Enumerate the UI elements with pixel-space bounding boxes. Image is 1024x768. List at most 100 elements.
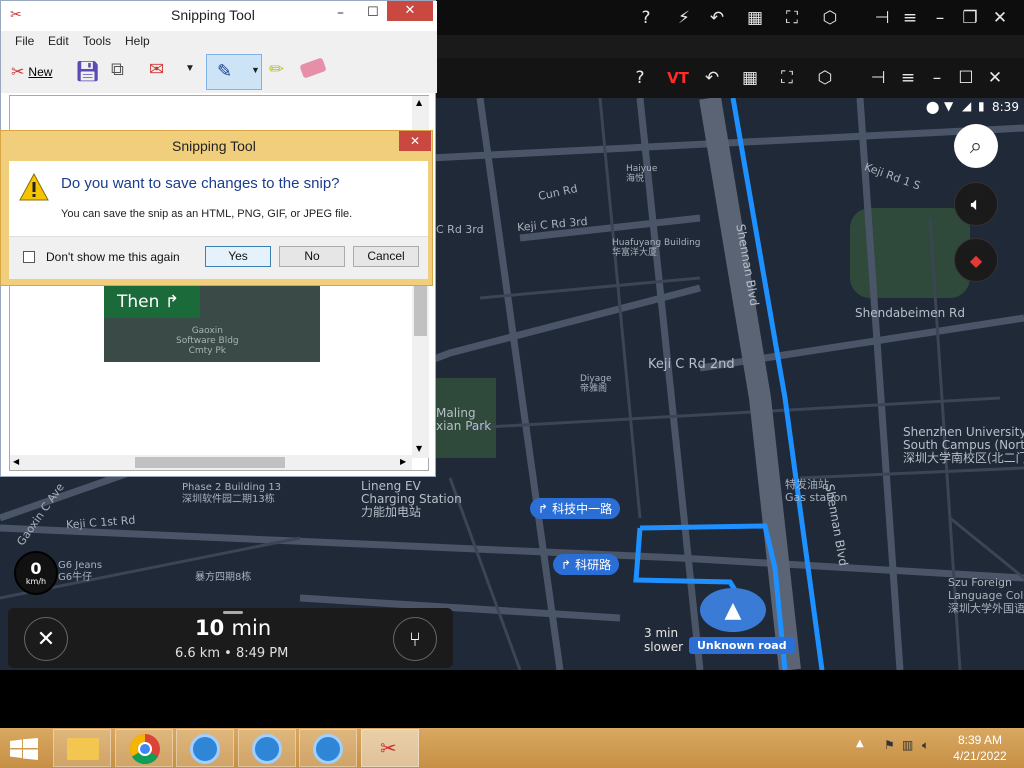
help-icon[interactable]: ?	[628, 68, 652, 88]
map-label: Maling xian Park	[436, 406, 492, 433]
compass-icon: ◆	[969, 250, 983, 270]
search-icon: ⌕	[969, 133, 983, 159]
scroll-left-icon[interactable]: ◀	[13, 457, 19, 466]
dialog-question: Do you want to save changes to the snip?	[61, 175, 340, 192]
then-label: Then	[117, 292, 160, 312]
minimize-icon[interactable]: –	[337, 5, 344, 21]
scroll-right-icon[interactable]: ▶	[400, 457, 406, 466]
chevron-down-icon[interactable]: ▼	[185, 63, 195, 74]
dialog-close-button[interactable]: ✕	[399, 131, 431, 151]
turn-pill-keji: ↱ 科技中一路	[530, 498, 621, 519]
map-label: Diyage 帝雅阁	[580, 374, 612, 394]
scroll-down-icon[interactable]: ▼	[416, 444, 422, 453]
then-banner: Then ↱	[104, 286, 200, 318]
send-snip-icon[interactable]: ✉	[149, 59, 164, 80]
battery-icon: ▮	[978, 99, 985, 113]
fullscreen-icon[interactable]: ⛶	[775, 68, 799, 88]
minimize-icon[interactable]: –	[928, 8, 952, 28]
undo-icon[interactable]: ↶	[705, 8, 729, 28]
cube-icon[interactable]: ⬡	[813, 68, 837, 88]
pin-icon[interactable]: ⊣	[866, 68, 890, 88]
scroll-up-icon[interactable]: ▲	[416, 98, 422, 107]
new-label: New	[28, 65, 53, 79]
highlighter-icon[interactable]: ✏	[269, 59, 284, 80]
menu-file[interactable]: File	[15, 34, 34, 48]
map-label: Haiyue 海悦	[626, 164, 658, 184]
tray-network-icon[interactable]: ▥	[902, 738, 913, 752]
navigation-panel: ✕ 10 min 6.6 km • 8:49 PM ⑂	[8, 608, 453, 668]
windows-start-icon[interactable]	[10, 738, 38, 760]
yes-button[interactable]: Yes	[205, 246, 271, 267]
maximize-icon[interactable]: ☐	[367, 5, 379, 20]
location-puck: ▲	[700, 588, 766, 632]
menu-icon[interactable]: ≡	[896, 68, 920, 88]
menu-tools[interactable]: Tools	[83, 34, 111, 48]
taskbar-file-explorer[interactable]	[53, 729, 111, 767]
menu-edit[interactable]: Edit	[48, 34, 69, 48]
restore-icon[interactable]: ❐	[958, 8, 982, 28]
menu-bar: File Edit Tools Help	[1, 31, 437, 51]
eraser-icon[interactable]	[299, 57, 327, 79]
snip-titlebar[interactable]: ✂ Snipping Tool – ☐ ✕	[1, 1, 437, 31]
eta-unit: min	[231, 616, 272, 640]
alternate-routes-button[interactable]: ⑂	[393, 617, 437, 661]
snip-toolbar: ✂ New 💾︎ ⧉ ✉ ▼ ✎ ▼ ✏	[1, 51, 437, 93]
menu-help[interactable]: Help	[125, 34, 150, 48]
new-snip-button[interactable]: ✂ New	[11, 59, 52, 85]
clock-time: 8:39 AM	[957, 733, 1003, 747]
taskbar-emulator-1[interactable]	[176, 729, 234, 767]
tray-flag-icon[interactable]: ⚑	[884, 738, 895, 752]
cancel-button[interactable]: Cancel	[353, 246, 419, 267]
save-icon[interactable]: 💾︎	[75, 59, 100, 84]
save-changes-dialog: Snipping Tool ✕ Do you want to save chan…	[0, 130, 433, 286]
fullscreen-icon[interactable]: ⛶	[780, 8, 804, 28]
dont-show-checkbox[interactable]	[23, 251, 35, 263]
minimize-icon[interactable]: –	[925, 68, 949, 88]
compass-button[interactable]: ◆	[954, 238, 998, 282]
current-road-label: Unknown road	[689, 637, 795, 654]
maximize-icon[interactable]: ☐	[954, 68, 978, 88]
scroll-thumb[interactable]	[135, 457, 285, 468]
emulator-icon	[252, 734, 282, 764]
taskbar-clock[interactable]: 8:39 AM 4/21/2022	[948, 732, 1012, 764]
taskbar-chrome[interactable]	[115, 729, 173, 767]
grid-icon[interactable]: ▦	[743, 8, 767, 28]
close-icon[interactable]: ✕	[988, 8, 1012, 28]
taskbar-emulator-2[interactable]	[238, 729, 296, 767]
drag-handle[interactable]	[223, 611, 243, 614]
arrival-time: 8:49 PM	[235, 646, 289, 661]
cube-icon[interactable]: ⬡	[818, 8, 842, 28]
pin-icon[interactable]: ⊣	[870, 8, 894, 28]
copy-icon[interactable]: ⧉	[111, 59, 124, 80]
sound-button[interactable]: 🔈︎	[954, 182, 998, 226]
dont-show-label[interactable]: Don't show me this again	[46, 250, 180, 264]
tray-volume-icon[interactable]: 🔈︎	[922, 738, 929, 753]
no-button[interactable]: No	[279, 246, 345, 267]
tray-expand-icon[interactable]: ▲	[856, 738, 864, 749]
chevron-down-icon: ▼	[251, 65, 260, 75]
taskbar-emulator-3[interactable]	[299, 729, 357, 767]
close-icon[interactable]: ✕	[983, 68, 1007, 88]
speed-value: 0	[30, 558, 42, 578]
map-label: Keji C Rd 2nd	[648, 357, 735, 372]
taskbar-snipping-tool[interactable]: ✂	[361, 729, 419, 767]
help-icon[interactable]: ?	[634, 8, 658, 28]
flash-icon[interactable]: ⚡	[672, 8, 696, 28]
map-label: Szu Foreign Language Coll 深圳大学外国语	[948, 576, 1024, 615]
dialog-body: Do you want to save changes to the snip?…	[9, 161, 428, 279]
menu-icon[interactable]: ≡	[898, 8, 922, 28]
dialog-detail: You can save the snip as an HTML, PNG, G…	[61, 208, 353, 220]
emulator-icon	[190, 734, 220, 764]
folder-icon	[67, 738, 99, 760]
close-button[interactable]: ✕	[387, 1, 433, 21]
speaker-icon: 🔈︎	[970, 193, 982, 215]
undo-icon[interactable]: ↶	[700, 68, 724, 88]
location-icon: ⬤	[926, 100, 940, 114]
map-label: G6 Jeans G6牛仔	[58, 560, 103, 583]
scroll-thumb[interactable]	[414, 286, 427, 336]
horizontal-scrollbar[interactable]: ◀ ▶	[10, 455, 412, 470]
search-button[interactable]: ⌕	[954, 124, 998, 168]
grid-icon[interactable]: ▦	[738, 68, 762, 88]
exit-navigation-button[interactable]: ✕	[24, 617, 68, 661]
pen-tool-button[interactable]: ✎ ▼	[206, 54, 262, 90]
